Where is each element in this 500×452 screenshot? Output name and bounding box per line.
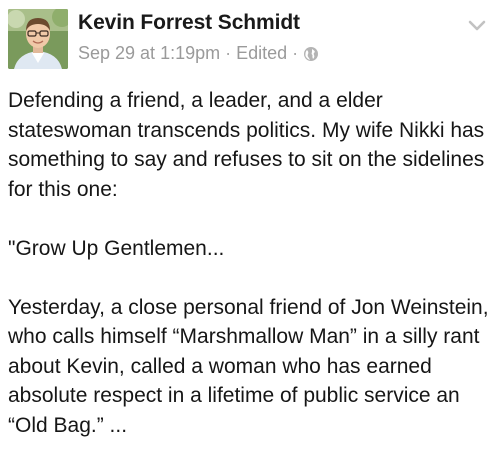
edited-label[interactable]: Edited [236,43,287,64]
post-paragraph: Yesterday, a close personal friend of Jo… [8,295,489,437]
chevron-down-icon[interactable] [468,19,486,31]
facebook-post: Kevin Forrest Schmidt Sep 29 at 1:19pm ·… [0,0,500,452]
post-paragraph: Defending a friend, a leader, and a elde… [8,89,485,201]
meta-separator-1: · [225,43,232,63]
post-meta: Sep 29 at 1:19pm · Edited · [78,43,319,64]
post-header: Kevin Forrest Schmidt Sep 29 at 1:19pm ·… [8,9,492,69]
post-body: Defending a friend, a leader, and a elde… [8,86,494,440]
globe-icon[interactable] [303,46,319,62]
author-avatar[interactable] [8,9,68,69]
post-timestamp[interactable]: Sep 29 at 1:19pm [78,43,220,64]
post-paragraph: "Grow Up Gentlemen... [8,236,225,260]
avatar-photo [8,9,68,69]
meta-separator-2: · [292,43,299,63]
author-name[interactable]: Kevin Forrest Schmidt [78,11,300,35]
